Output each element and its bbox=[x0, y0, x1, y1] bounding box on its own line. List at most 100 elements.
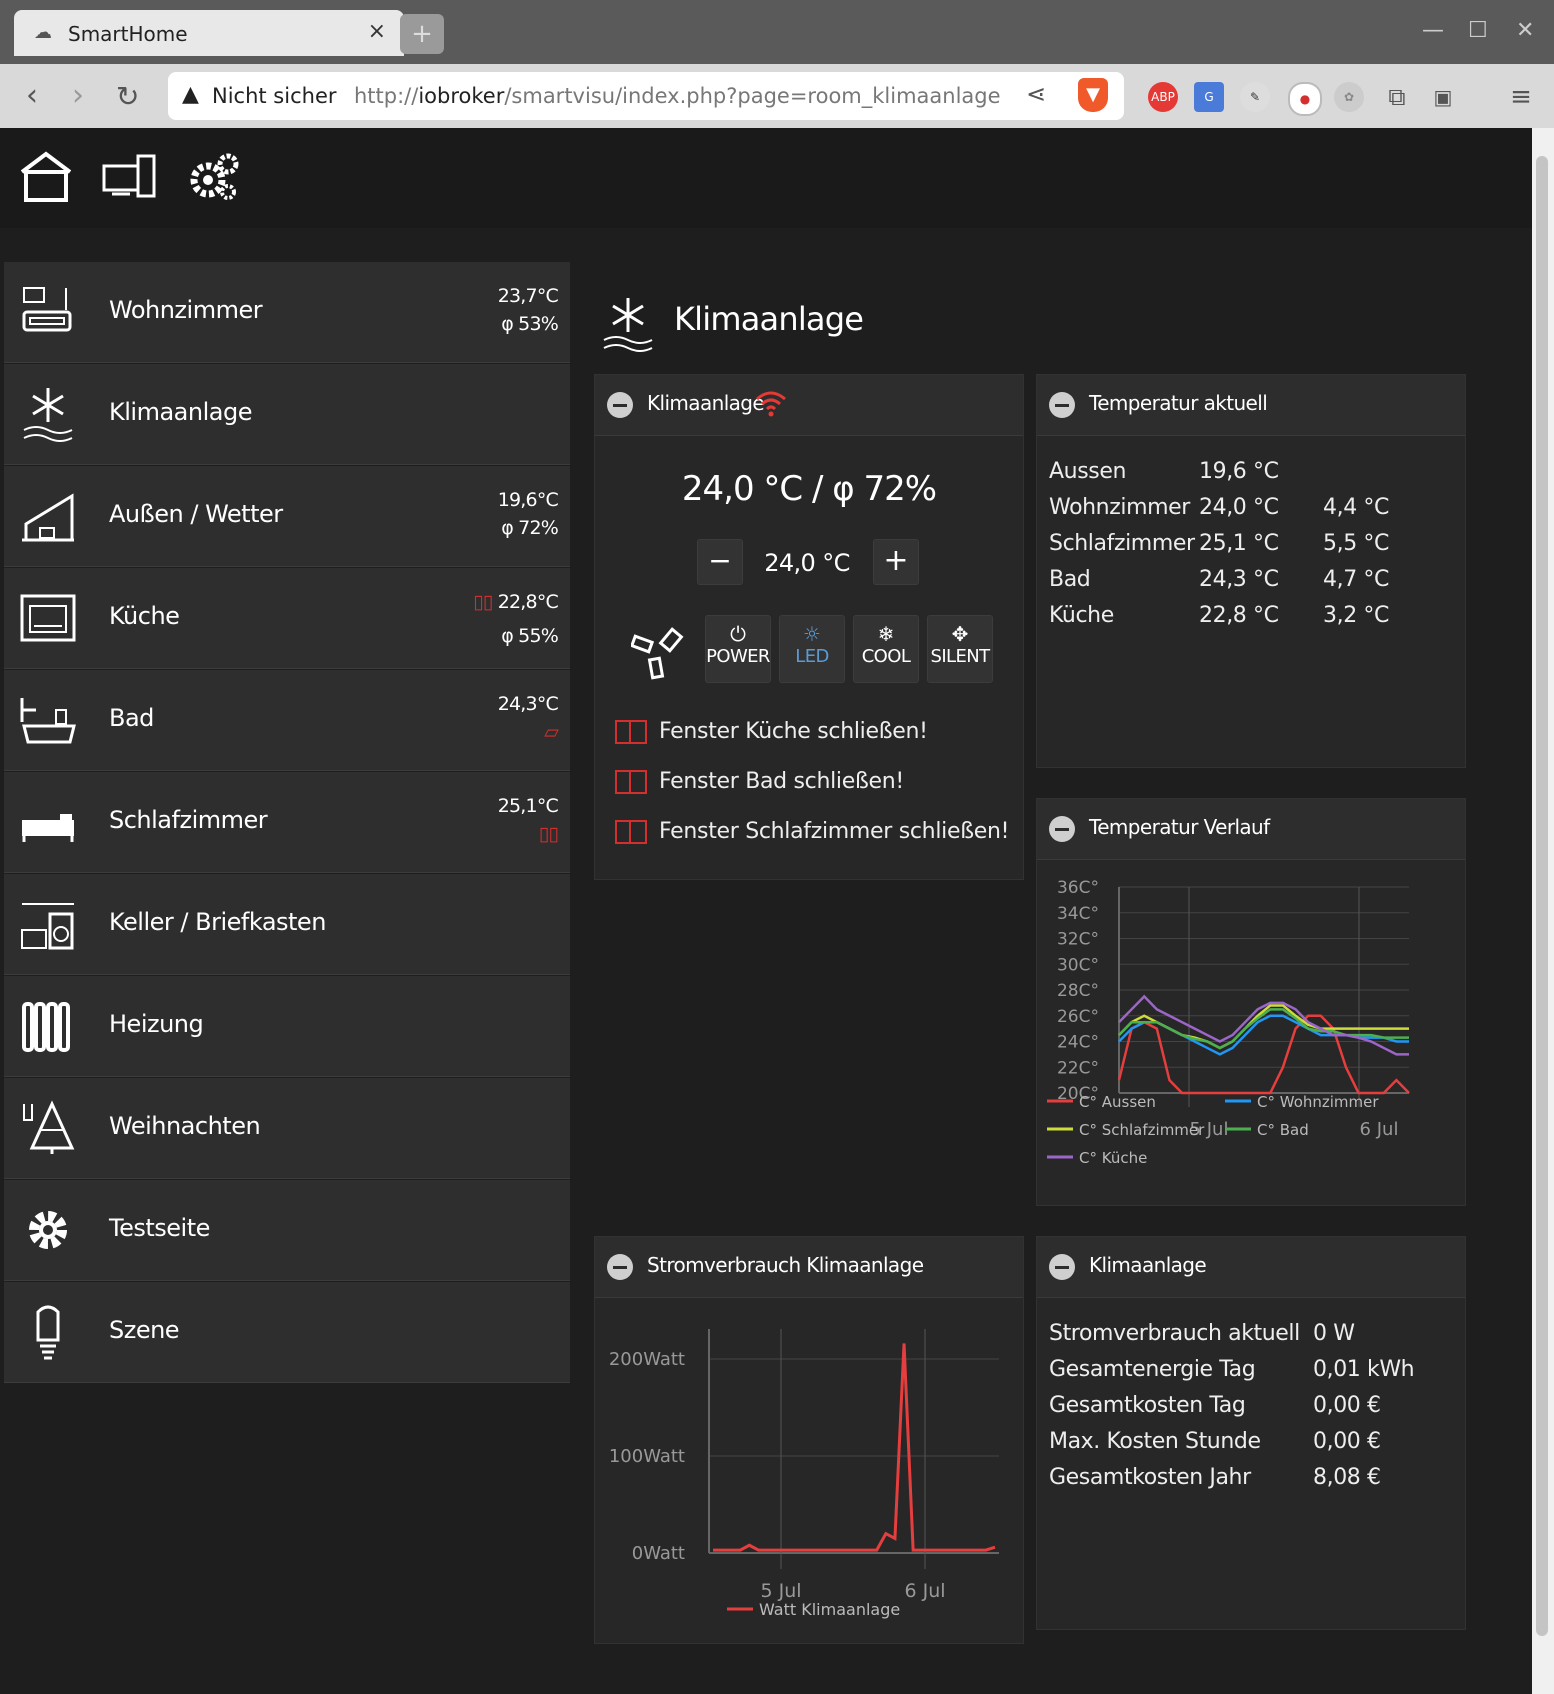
sidebar-item-label: Schlafzimmer bbox=[109, 806, 268, 834]
x-tick-label: 5 Jul bbox=[760, 1580, 801, 1602]
room-humidity: φ 55% bbox=[501, 625, 559, 647]
tab-title: SmartHome bbox=[68, 22, 188, 46]
temp-value: 25,1 °C bbox=[1199, 531, 1279, 556]
close-window-icon[interactable]: ✕ bbox=[1516, 18, 1534, 43]
room-temperature: 23,7°C bbox=[497, 285, 559, 307]
stat-label: Gesamtenergie Tag bbox=[1049, 1357, 1256, 1382]
sidebar-item-label: Keller / Briefkasten bbox=[109, 908, 326, 936]
room-temperature: 22,8°C bbox=[497, 591, 559, 613]
stat-value: 0,00 € bbox=[1313, 1393, 1381, 1418]
sidebar-item-heizung[interactable]: Heizung bbox=[4, 976, 570, 1077]
cool-label: COOL bbox=[861, 646, 911, 667]
window-tilted-icon: ▱ bbox=[544, 721, 559, 743]
power-button[interactable]: ⏻ POWER bbox=[705, 615, 771, 683]
sidebar-item-weihnachten[interactable]: Weihnachten bbox=[4, 1078, 570, 1179]
sidebar-item-wohnzimmer[interactable]: Wohnzimmer 23,7°C φ 53% bbox=[4, 262, 570, 363]
collapse-button[interactable] bbox=[607, 1254, 633, 1280]
reader-icon[interactable]: ▣ bbox=[1428, 82, 1458, 112]
back-icon[interactable]: ‹ bbox=[26, 78, 38, 113]
collapse-button[interactable] bbox=[1049, 1254, 1075, 1280]
washing-machine-icon bbox=[21, 903, 74, 950]
stat-value: 8,08 € bbox=[1313, 1465, 1381, 1490]
sidebar-item-testseite[interactable]: Testseite bbox=[4, 1180, 570, 1281]
x-tick-label: 6 Jul bbox=[1360, 1119, 1399, 1140]
stat-label: Gesamtkosten Jahr bbox=[1049, 1465, 1251, 1490]
led-button[interactable]: ☼ LED bbox=[779, 615, 845, 683]
series-line bbox=[713, 1343, 996, 1552]
silent-button[interactable]: ✥ SILENT bbox=[927, 615, 993, 683]
new-tab-button[interactable]: + bbox=[400, 14, 444, 54]
panel-header: Klimaanlage bbox=[595, 375, 1023, 436]
room-status: 23,7°C φ 53% bbox=[497, 282, 559, 338]
temp-value: 22,8 °C bbox=[1199, 603, 1279, 628]
warning-row: Fenster Schlafzimmer schließen! bbox=[615, 819, 1009, 844]
window-open-icon bbox=[615, 720, 647, 744]
y-tick-label: 34C° bbox=[1057, 904, 1099, 924]
puzzle-icon[interactable]: ⧉ bbox=[1382, 82, 1412, 112]
sidebar-item-label: Küche bbox=[109, 602, 180, 630]
sidebar-item-kueche[interactable]: Küche ▯▯ 22,8°C φ 55% bbox=[4, 568, 570, 669]
scrollbar-thumb[interactable] bbox=[1536, 156, 1548, 1636]
room-humidity: φ 72% bbox=[501, 517, 559, 539]
temp-room-label: Bad bbox=[1049, 567, 1091, 592]
legend-label: C° Wohnzimmer bbox=[1257, 1093, 1379, 1111]
forward-icon[interactable]: › bbox=[72, 78, 84, 113]
stat-label: Gesamtkosten Tag bbox=[1049, 1393, 1246, 1418]
extension-icon[interactable]: ✿ bbox=[1334, 82, 1364, 112]
y-tick-label: 24C° bbox=[1057, 1033, 1099, 1053]
bathtub-icon bbox=[20, 698, 76, 744]
temp-room-label: Aussen bbox=[1049, 459, 1126, 484]
tab-close-icon[interactable]: × bbox=[368, 19, 386, 44]
address-bar[interactable]: ▲ Nicht sicher http://iobroker/smartvisu… bbox=[168, 72, 1124, 120]
cool-button[interactable]: ❄ COOL bbox=[853, 615, 919, 683]
y-tick-label: 26C° bbox=[1057, 1007, 1099, 1027]
temp-room-label: Küche bbox=[1049, 603, 1114, 628]
collapse-button[interactable] bbox=[1049, 816, 1075, 842]
sidebar-item-keller-briefkasten[interactable]: Keller / Briefkasten bbox=[4, 874, 570, 975]
collapse-button[interactable] bbox=[607, 392, 633, 418]
increase-button[interactable]: + bbox=[873, 539, 919, 585]
christmas-tree-icon bbox=[23, 1100, 75, 1154]
stat-value: 0,00 € bbox=[1313, 1429, 1381, 1454]
record-icon[interactable]: ● bbox=[1288, 82, 1322, 116]
room-status: 25,1°C ▯▯ bbox=[498, 792, 559, 848]
translate-icon[interactable]: G bbox=[1194, 82, 1224, 112]
window-open-icon: ▯▯ bbox=[538, 823, 559, 845]
menu-icon[interactable]: ≡ bbox=[1506, 82, 1536, 112]
sidebar-item-bad[interactable]: Bad 24,3°C ▱ bbox=[4, 670, 570, 771]
url-text[interactable]: http://iobroker/smartvisu/index.php?page… bbox=[354, 84, 1001, 108]
url-host: iobroker bbox=[418, 84, 505, 108]
cool-icon: ❄ bbox=[877, 622, 895, 646]
browser-tab[interactable]: ☁ SmartHome × bbox=[14, 10, 404, 56]
adblock-icon[interactable]: ABP bbox=[1148, 82, 1178, 112]
minimize-icon[interactable]: — bbox=[1422, 18, 1444, 43]
brave-shield-icon[interactable]: ▼ bbox=[1078, 78, 1108, 112]
collapse-button[interactable] bbox=[1049, 392, 1075, 418]
settings-icon[interactable] bbox=[186, 148, 242, 208]
devices-icon[interactable] bbox=[102, 148, 158, 208]
panel-title: Klimaanlage bbox=[647, 391, 765, 415]
extension-mask-icon[interactable]: ✎ bbox=[1240, 82, 1270, 112]
sidebar-item-szene[interactable]: Szene bbox=[4, 1282, 570, 1383]
silent-icon: ✥ bbox=[951, 622, 969, 646]
sidebar-item-label: Testseite bbox=[109, 1214, 210, 1242]
sidebar-item-aussen-wetter[interactable]: Außen / Wetter 19,6°C φ 72% bbox=[4, 466, 570, 567]
panel-title: Klimaanlage bbox=[1089, 1253, 1207, 1277]
maximize-icon[interactable]: ☐ bbox=[1468, 18, 1488, 43]
room-status: 19,6°C φ 72% bbox=[498, 486, 559, 542]
sidebar-item-klimaanlage[interactable]: Klimaanlage bbox=[4, 364, 570, 465]
sidebar-item-schlafzimmer[interactable]: Schlafzimmer 25,1°C ▯▯ bbox=[4, 772, 570, 873]
panel-header: Temperatur Verlauf bbox=[1037, 799, 1465, 860]
temp-room-label: Schlafzimmer bbox=[1049, 531, 1195, 556]
reload-icon[interactable]: ↻ bbox=[116, 80, 139, 113]
decrease-button[interactable]: − bbox=[697, 539, 743, 585]
page-title: Klimaanlage bbox=[674, 300, 864, 338]
sidebar-item-label: Szene bbox=[109, 1316, 180, 1344]
home-icon[interactable] bbox=[18, 148, 74, 208]
share-icon[interactable]: ⋖ bbox=[1026, 80, 1046, 108]
window-open-icon bbox=[615, 770, 647, 794]
led-label: LED bbox=[795, 646, 829, 667]
security-label[interactable]: Nicht sicher bbox=[212, 84, 337, 108]
temp-diff-value: 3,2 °C bbox=[1323, 603, 1389, 628]
panel-title: Temperatur aktuell bbox=[1089, 391, 1268, 415]
